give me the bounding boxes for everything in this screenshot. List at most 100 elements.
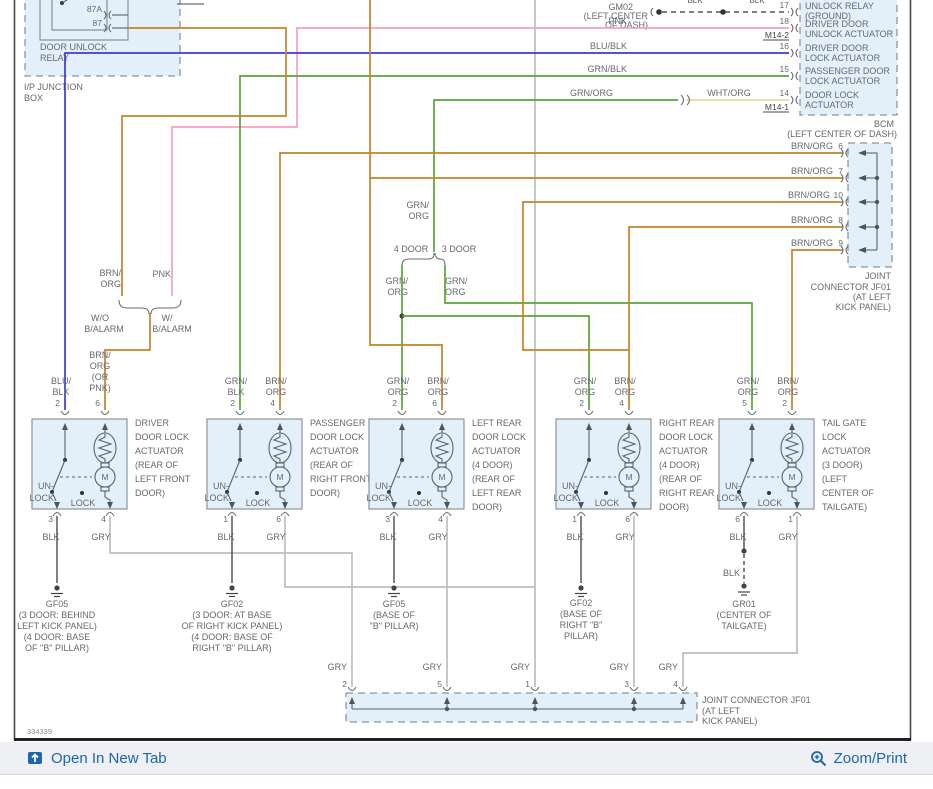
svg-text:LOCK: LOCK bbox=[553, 493, 578, 503]
svg-text:LOCK: LOCK bbox=[204, 493, 229, 503]
svg-text:GRY: GRY bbox=[328, 662, 347, 672]
svg-text:LOCK: LOCK bbox=[822, 432, 847, 442]
svg-text:GRN/: GRN/ bbox=[386, 276, 409, 286]
connector-link-m14-2[interactable]: M14-2 bbox=[765, 30, 789, 40]
svg-text:BOX: BOX bbox=[24, 93, 43, 103]
ground-gr01: GR01 bbox=[732, 599, 756, 609]
svg-text:(3 DOOR): (3 DOOR) bbox=[822, 460, 863, 470]
svg-text:UNLOCK RELAY: UNLOCK RELAY bbox=[805, 1, 874, 11]
svg-text:4: 4 bbox=[673, 679, 678, 689]
svg-text:LOCK: LOCK bbox=[758, 498, 783, 508]
svg-text:GRY: GRY bbox=[423, 662, 442, 672]
svg-text:UNLOCK ACTUATOR: UNLOCK ACTUATOR bbox=[805, 29, 894, 39]
svg-text:BRN/ORG: BRN/ORG bbox=[791, 215, 833, 225]
svg-text:17: 17 bbox=[780, 0, 790, 10]
svg-text:(REAR OF: (REAR OF bbox=[310, 460, 354, 470]
svg-text:TAILGATE): TAILGATE) bbox=[721, 621, 766, 631]
svg-text:UN-: UN- bbox=[213, 481, 229, 491]
svg-text:CONNECTOR JF01: CONNECTOR JF01 bbox=[811, 282, 891, 292]
open-new-tab-button[interactable]: Open In New Tab bbox=[26, 749, 167, 767]
svg-text:GRN/: GRN/ bbox=[387, 376, 410, 386]
svg-text:2: 2 bbox=[55, 398, 60, 408]
ground-gf05-rear: GF05 bbox=[383, 599, 406, 609]
svg-text:3: 3 bbox=[385, 514, 390, 524]
svg-text:6: 6 bbox=[625, 514, 630, 524]
svg-text:CENTER OF: CENTER OF bbox=[822, 488, 875, 498]
svg-text:ORG: ORG bbox=[388, 387, 409, 397]
svg-text:ORG: ORG bbox=[266, 387, 287, 397]
zoom-print-button[interactable]: Zoom/Print bbox=[810, 750, 907, 767]
svg-text:9: 9 bbox=[838, 238, 843, 248]
svg-text:5: 5 bbox=[437, 679, 442, 689]
svg-text:BRN/: BRN/ bbox=[265, 376, 287, 386]
svg-text:4: 4 bbox=[619, 398, 624, 408]
svg-text:W/O: W/O bbox=[91, 313, 109, 323]
diagram-code: 334339 bbox=[27, 727, 52, 736]
svg-text:6: 6 bbox=[735, 514, 740, 524]
svg-text:LEFT KICK PANEL): LEFT KICK PANEL) bbox=[17, 621, 97, 631]
wire-brn-jf6 bbox=[279, 152, 843, 410]
svg-text:ACTUATOR: ACTUATOR bbox=[472, 446, 521, 456]
wire-pnk bbox=[171, 27, 789, 296]
ground-gf05: GF05 bbox=[46, 599, 69, 609]
svg-text:BRN/: BRN/ bbox=[99, 268, 121, 278]
svg-text:ORG: ORG bbox=[615, 387, 636, 397]
svg-text:UN-: UN- bbox=[562, 481, 578, 491]
svg-text:GRY: GRY bbox=[610, 662, 629, 672]
svg-text:"B" PILLAR): "B" PILLAR) bbox=[370, 621, 419, 631]
svg-text:ORG: ORG bbox=[408, 211, 429, 221]
svg-text:M: M bbox=[438, 472, 445, 482]
wire-grn-blk bbox=[239, 75, 789, 410]
svg-text:DRIVER DOOR: DRIVER DOOR bbox=[805, 19, 869, 29]
svg-text:4: 4 bbox=[101, 514, 106, 524]
svg-text:B/ALARM: B/ALARM bbox=[152, 324, 192, 334]
svg-text:RIGHT REAR: RIGHT REAR bbox=[659, 488, 715, 498]
label-4door: 4 DOOR bbox=[394, 244, 429, 254]
svg-text:BLK: BLK bbox=[687, 0, 703, 5]
svg-text:UN-: UN- bbox=[725, 481, 741, 491]
svg-text:7: 7 bbox=[838, 166, 843, 176]
svg-text:W/: W/ bbox=[162, 313, 173, 323]
svg-text:10: 10 bbox=[834, 190, 844, 200]
svg-text:2: 2 bbox=[579, 398, 584, 408]
svg-text:6: 6 bbox=[432, 398, 437, 408]
svg-text:BRN/: BRN/ bbox=[89, 350, 111, 360]
svg-text:KICK PANEL): KICK PANEL) bbox=[702, 716, 757, 726]
svg-text:UN-: UN- bbox=[38, 481, 54, 491]
svg-text:OF RIGHT KICK PANEL): OF RIGHT KICK PANEL) bbox=[182, 621, 283, 631]
label-pnk: PNK bbox=[608, 16, 627, 26]
svg-text:JOINT CONNECTOR JF01: JOINT CONNECTOR JF01 bbox=[702, 695, 811, 705]
connector-link-m14-1[interactable]: M14-1 bbox=[765, 102, 789, 112]
label-grn-org: GRN/ORG bbox=[570, 88, 613, 98]
svg-text:RIGHT FRONT: RIGHT FRONT bbox=[310, 474, 372, 484]
svg-text:DOOR LOCK: DOOR LOCK bbox=[472, 432, 526, 442]
svg-text:14: 14 bbox=[780, 88, 790, 98]
svg-text:PNK: PNK bbox=[152, 269, 171, 279]
svg-text:BLK: BLK bbox=[729, 532, 746, 542]
svg-text:LOCK: LOCK bbox=[29, 493, 54, 503]
svg-text:DOOR): DOOR) bbox=[472, 502, 502, 512]
svg-text:(AT LEFT: (AT LEFT bbox=[702, 706, 741, 716]
svg-text:ACTUATOR: ACTUATOR bbox=[659, 446, 708, 456]
svg-text:LOCK: LOCK bbox=[408, 498, 433, 508]
svg-text:ORG: ORG bbox=[428, 387, 449, 397]
svg-text:(4 DOOR): (4 DOOR) bbox=[472, 460, 513, 470]
diagram-canvas: 87A 87 DOOR UNLOCK RELAY I/P JUNCTION BO… bbox=[0, 0, 933, 741]
actuator-passenger-door-lock: GRN/ BLK BRN/ ORG 2 4 UN- LOCK LOCK M PA… bbox=[182, 376, 372, 653]
svg-text:LEFT REAR: LEFT REAR bbox=[472, 488, 522, 498]
svg-text:(3 DOOR: AT BASE: (3 DOOR: AT BASE bbox=[192, 610, 271, 620]
svg-text:GRN/: GRN/ bbox=[574, 376, 597, 386]
actuator-tailgate-lock: GRN/ ORG BRN/ ORG 5 2 UN- LOCK LOCK M TA… bbox=[716, 376, 874, 631]
wire-blu-blk bbox=[64, 52, 789, 410]
svg-text:M: M bbox=[625, 472, 632, 482]
svg-text:BLK: BLK bbox=[52, 387, 69, 397]
svg-text:DOOR): DOOR) bbox=[135, 488, 165, 498]
svg-text:ACTUATOR: ACTUATOR bbox=[135, 446, 184, 456]
zoom-print-icon bbox=[810, 750, 826, 766]
wire-grn-3door bbox=[444, 265, 753, 410]
svg-text:LOCK: LOCK bbox=[71, 498, 96, 508]
svg-text:BRN/ORG: BRN/ORG bbox=[791, 238, 833, 248]
svg-text:GRY: GRY bbox=[511, 662, 530, 672]
svg-text:M: M bbox=[101, 472, 108, 482]
svg-text:1: 1 bbox=[223, 514, 228, 524]
